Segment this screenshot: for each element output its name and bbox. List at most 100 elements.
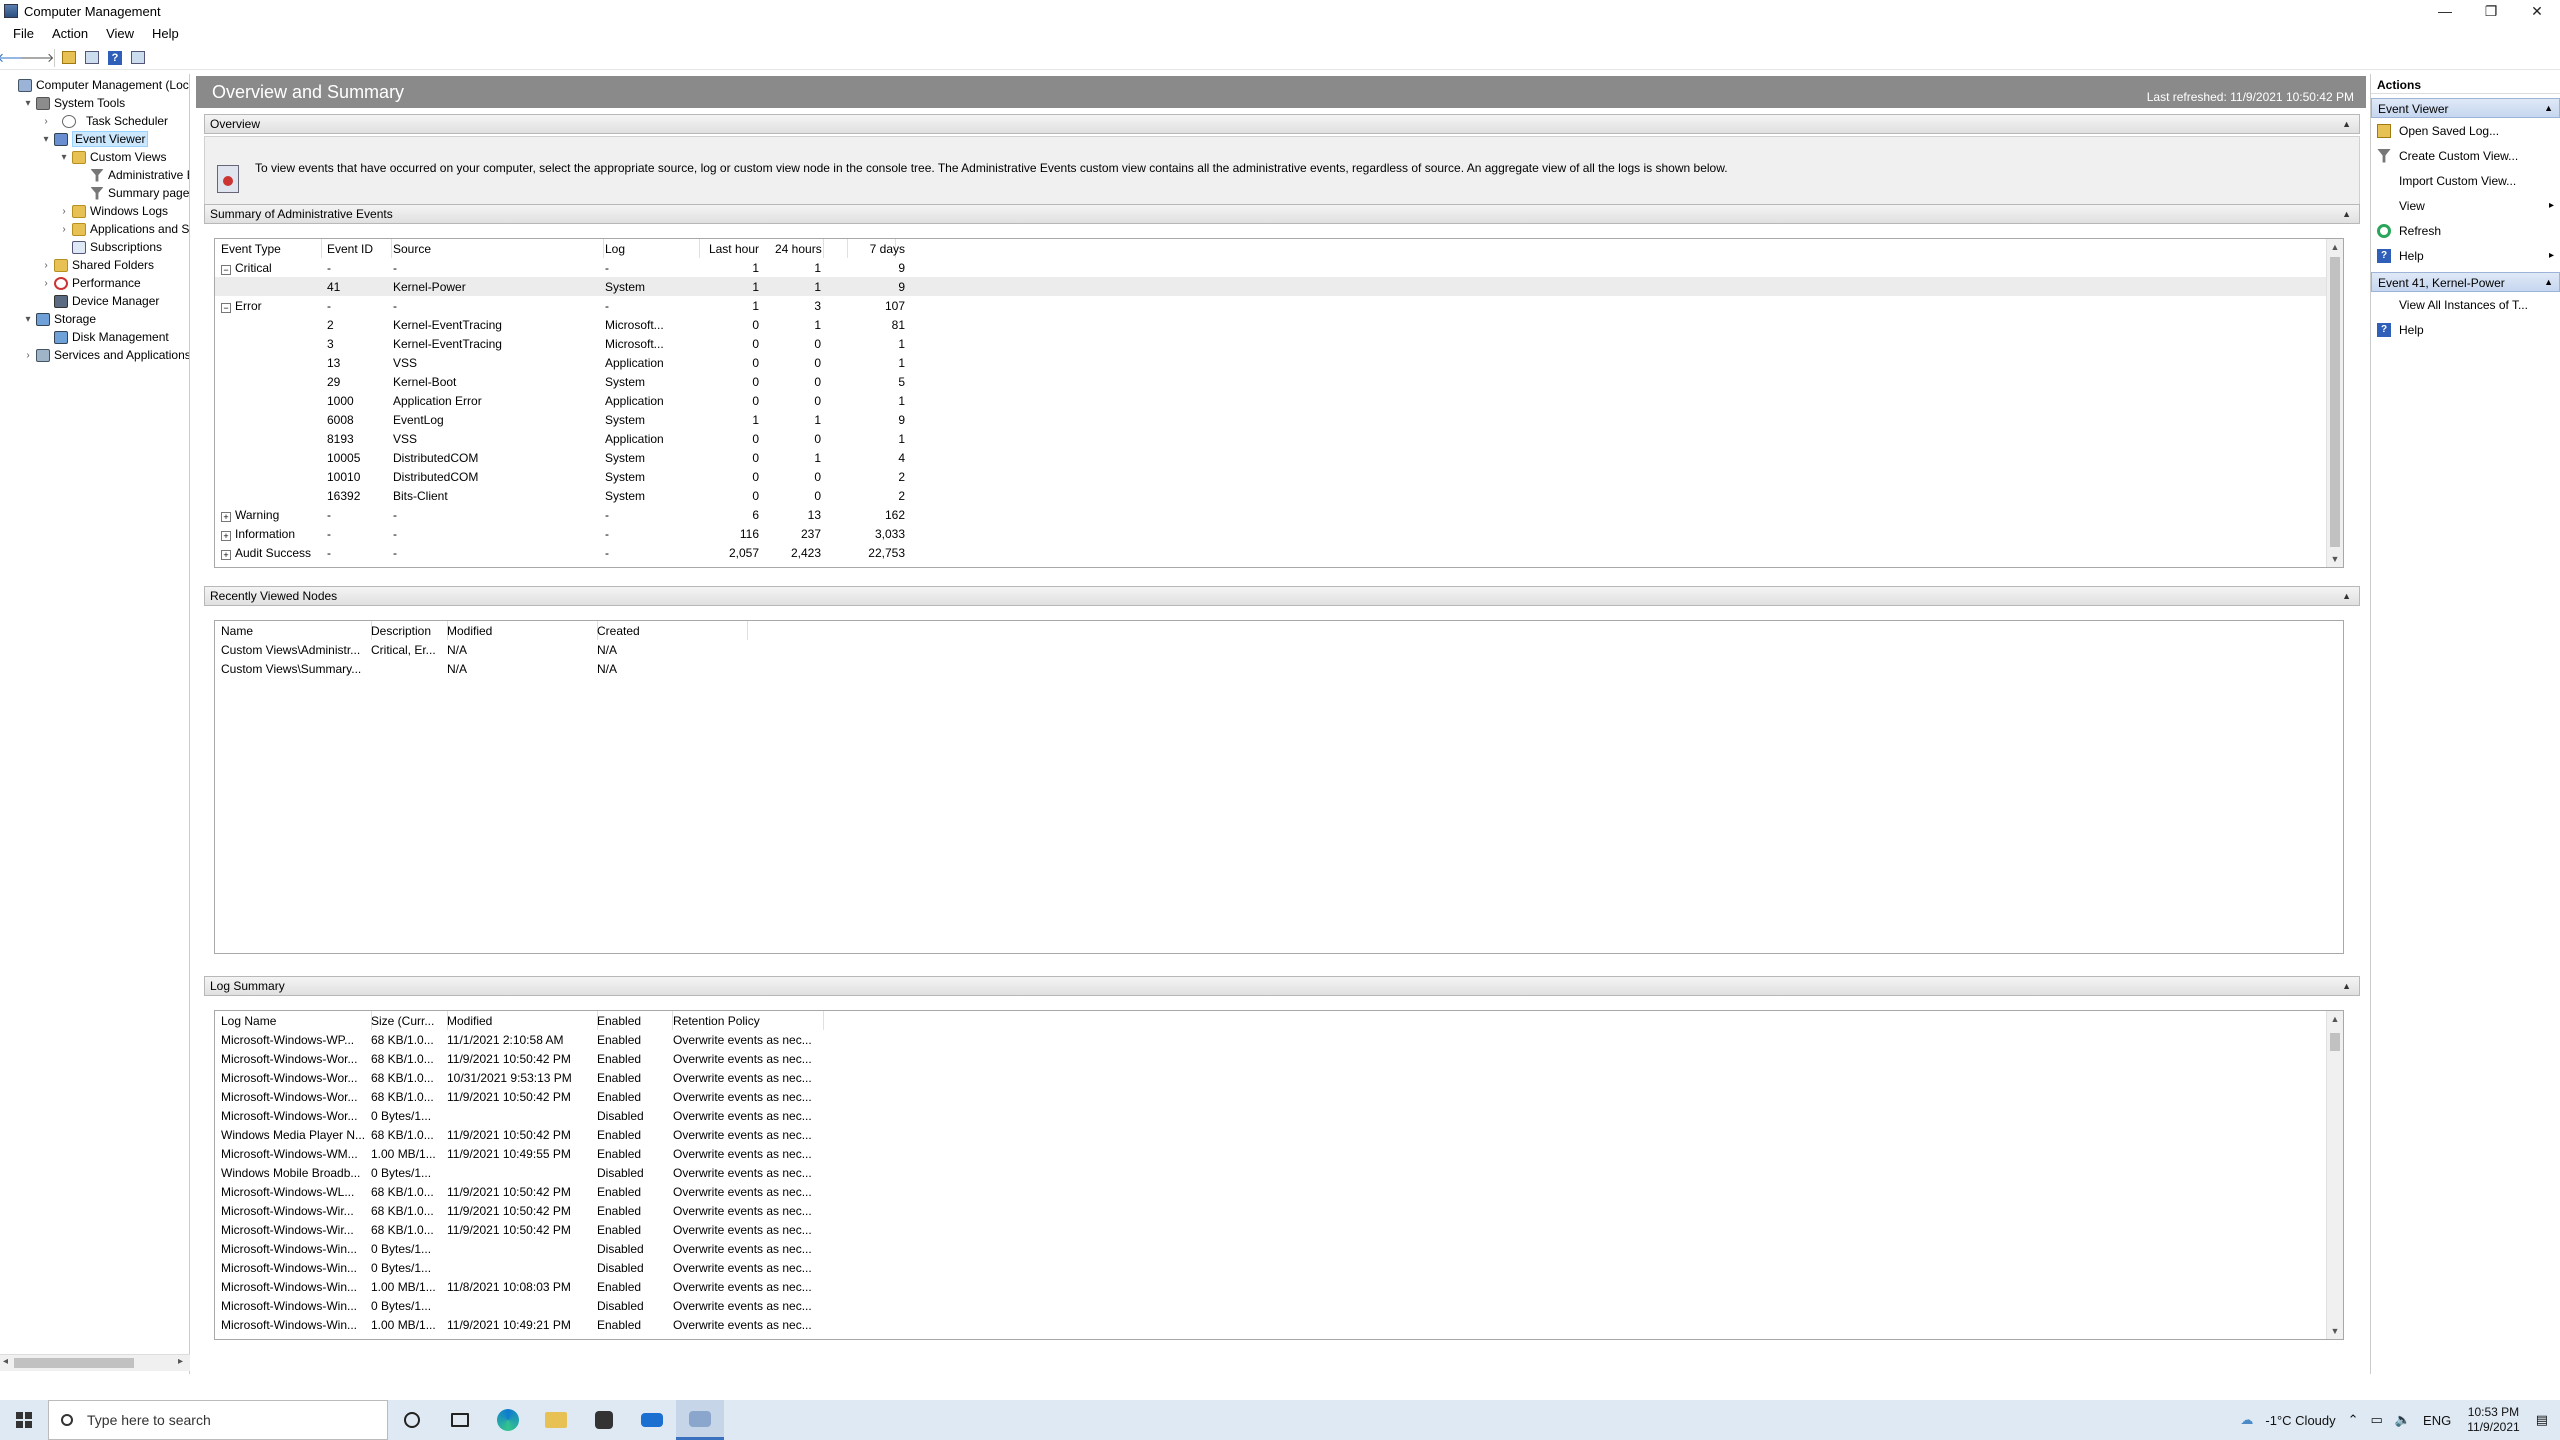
column-separator[interactable] — [823, 1011, 824, 1030]
help-button[interactable]: ? — [105, 48, 125, 68]
column-separator[interactable] — [391, 239, 392, 258]
tree-item[interactable]: Administrative E — [0, 166, 189, 184]
table-row[interactable]: Microsoft-Windows-WP... 68 KB/1.0... 11/1/… — [215, 1030, 2343, 1049]
table-row[interactable]: + Information - - - 116 237 3,033 — [215, 524, 2343, 543]
table-row[interactable]: + Warning - - - 6 13 162 — [215, 505, 2343, 524]
expand-down-icon[interactable]: ▾ — [40, 134, 52, 145]
column-header[interactable]: Modified — [447, 1014, 492, 1028]
recent-section-header[interactable]: Recently Viewed Nodes ▲ — [204, 586, 2360, 606]
show-hide-console-tree-button[interactable] — [82, 48, 102, 68]
cortana-button[interactable] — [388, 1400, 436, 1440]
table-row[interactable]: Microsoft-Windows-Wir... 68 KB/1.0... 11/9… — [215, 1220, 2343, 1239]
menu-file[interactable]: File — [4, 26, 43, 41]
table-row[interactable]: + Audit Success - - - 2,057 2,423 22,753 — [215, 543, 2343, 562]
table-row[interactable]: 1000 Application Error Application 0 0 1 — [215, 391, 2343, 410]
tree-item[interactable]: › Applications and Se — [0, 220, 189, 238]
scroll-up-icon[interactable]: ▲ — [2327, 239, 2343, 255]
column-header[interactable]: Last hour — [699, 242, 759, 256]
table-row[interactable]: Microsoft-Windows-Wor... 0 Bytes/1... Disa… — [215, 1106, 2343, 1125]
expand-icon[interactable]: + — [221, 550, 231, 560]
table-row[interactable]: 8193 VSS Application 0 0 1 — [215, 429, 2343, 448]
table-row[interactable]: 13 VSS Application 0 0 1 — [215, 353, 2343, 372]
weather-text[interactable]: -1°C Cloudy — [2265, 1413, 2335, 1428]
column-header[interactable]: Description — [371, 624, 431, 638]
scroll-down-icon[interactable]: ▼ — [2327, 1323, 2343, 1339]
table-row[interactable]: Windows Media Player N... 68 KB/1.0... 11/… — [215, 1125, 2343, 1144]
menu-help[interactable]: Help — [143, 26, 188, 41]
vertical-scrollbar[interactable]: ▲ ▼ — [2326, 239, 2343, 567]
scroll-down-icon[interactable]: ▼ — [2327, 551, 2343, 567]
log-summary-section-header[interactable]: Log Summary ▲ — [204, 976, 2360, 996]
tree-item[interactable]: ▾ Custom Views — [0, 148, 189, 166]
tree-item[interactable]: Computer Management (Local — [0, 76, 189, 94]
collapse-caret-icon[interactable]: ▲ — [2544, 103, 2553, 113]
action-item[interactable]: View All Instances of T... — [2371, 292, 2560, 317]
action-item[interactable]: Import Custom View... — [2371, 168, 2560, 193]
tree-item[interactable]: ▾ Event Viewer — [0, 130, 189, 148]
up-one-level-button[interactable] — [59, 48, 79, 68]
tree-item[interactable]: Device Manager — [0, 292, 189, 310]
column-header[interactable]: Modified — [447, 624, 492, 638]
expand-down-icon[interactable]: ▾ — [22, 98, 34, 109]
action-item[interactable]: Open Saved Log... — [2371, 118, 2560, 143]
store-button[interactable] — [580, 1400, 628, 1440]
tree-horizontal-scrollbar[interactable]: ◂ ▸ — [0, 1354, 190, 1371]
table-row[interactable]: 2 Kernel-EventTracing Microsoft... 0 1 81 — [215, 315, 2343, 334]
expand-icon[interactable]: + — [221, 512, 231, 522]
tree-item[interactable]: Summary page e — [0, 184, 189, 202]
tree-item[interactable]: › Services and Applications — [0, 346, 189, 364]
expand-right-icon[interactable]: › — [22, 350, 34, 361]
action-item[interactable]: Create Custom View... — [2371, 143, 2560, 168]
expand-down-icon[interactable]: ▾ — [22, 314, 34, 325]
column-header[interactable]: Source — [393, 242, 431, 256]
action-item[interactable]: View ▸ — [2371, 193, 2560, 218]
file-explorer-button[interactable] — [532, 1400, 580, 1440]
volume-icon[interactable]: 🔈 — [2395, 1412, 2411, 1428]
expand-right-icon[interactable]: › — [40, 260, 52, 271]
tree-item[interactable]: › Shared Folders — [0, 256, 189, 274]
table-row[interactable]: 41 Kernel-Power System 1 1 9 — [215, 277, 2343, 296]
computer-management-taskbar-button[interactable] — [676, 1400, 724, 1440]
task-view-button[interactable] — [436, 1400, 484, 1440]
column-header[interactable]: Name — [221, 624, 253, 638]
table-row[interactable]: 10005 DistributedCOM System 0 1 4 — [215, 448, 2343, 467]
tree-item[interactable]: › Task Scheduler — [0, 112, 189, 130]
expand-icon[interactable]: + — [221, 531, 231, 541]
overview-section-header[interactable]: Overview ▲ — [204, 114, 2360, 134]
expand-right-icon[interactable]: › — [40, 278, 52, 289]
action-item[interactable]: ? Help ▸ — [2371, 243, 2560, 268]
collapse-icon[interactable]: − — [221, 265, 231, 275]
actions-group-header[interactable]: Event 41, Kernel-Power ▲ — [2371, 272, 2560, 292]
notifications-icon[interactable]: ▤ — [2536, 1412, 2548, 1428]
table-row[interactable]: Custom Views\Administr... Critical, Er...… — [215, 640, 2343, 659]
expand-right-icon[interactable]: › — [58, 206, 70, 217]
tree-item[interactable]: ▾ System Tools — [0, 94, 189, 112]
action-item[interactable]: ? Help — [2371, 317, 2560, 342]
table-row[interactable]: Microsoft-Windows-Wor... 68 KB/1.0... 11/9… — [215, 1049, 2343, 1068]
menu-view[interactable]: View — [97, 26, 143, 41]
table-row[interactable]: 10010 DistributedCOM System 0 0 2 — [215, 467, 2343, 486]
table-row[interactable]: Microsoft-Windows-Win... 0 Bytes/1... Disa… — [215, 1239, 2343, 1258]
column-header[interactable]: Log — [605, 242, 625, 256]
column-header[interactable]: Size (Curr... — [371, 1014, 434, 1028]
mail-button[interactable] — [628, 1400, 676, 1440]
tree-item[interactable]: Subscriptions — [0, 238, 189, 256]
table-row[interactable]: Microsoft-Windows-Wir... 68 KB/1.0... 11/9… — [215, 1201, 2343, 1220]
scroll-thumb[interactable] — [2330, 1033, 2340, 1051]
column-header[interactable]: Created — [597, 624, 640, 638]
summary-section-header[interactable]: Summary of Administrative Events ▲ — [204, 204, 2360, 224]
column-separator[interactable] — [747, 621, 748, 640]
minimize-button[interactable]: — — [2422, 0, 2468, 22]
show-hidden-icons-icon[interactable]: ⌃ — [2348, 1412, 2359, 1428]
table-row[interactable]: − Critical - - - 1 1 9 — [215, 258, 2343, 277]
tree-item[interactable]: › Windows Logs — [0, 202, 189, 220]
column-separator[interactable] — [823, 239, 824, 258]
scroll-right-icon[interactable]: ▸ — [178, 1356, 183, 1367]
expand-right-icon[interactable]: › — [40, 116, 52, 127]
column-header[interactable]: 7 days — [847, 242, 905, 256]
table-row[interactable]: Microsoft-Windows-WL... 68 KB/1.0... 11/9/… — [215, 1182, 2343, 1201]
tree-item[interactable]: › Performance — [0, 274, 189, 292]
column-header[interactable]: Retention Policy — [673, 1014, 760, 1028]
table-row[interactable]: 6008 EventLog System 1 1 9 — [215, 410, 2343, 429]
actions-group-header[interactable]: Event Viewer ▲ — [2371, 98, 2560, 118]
